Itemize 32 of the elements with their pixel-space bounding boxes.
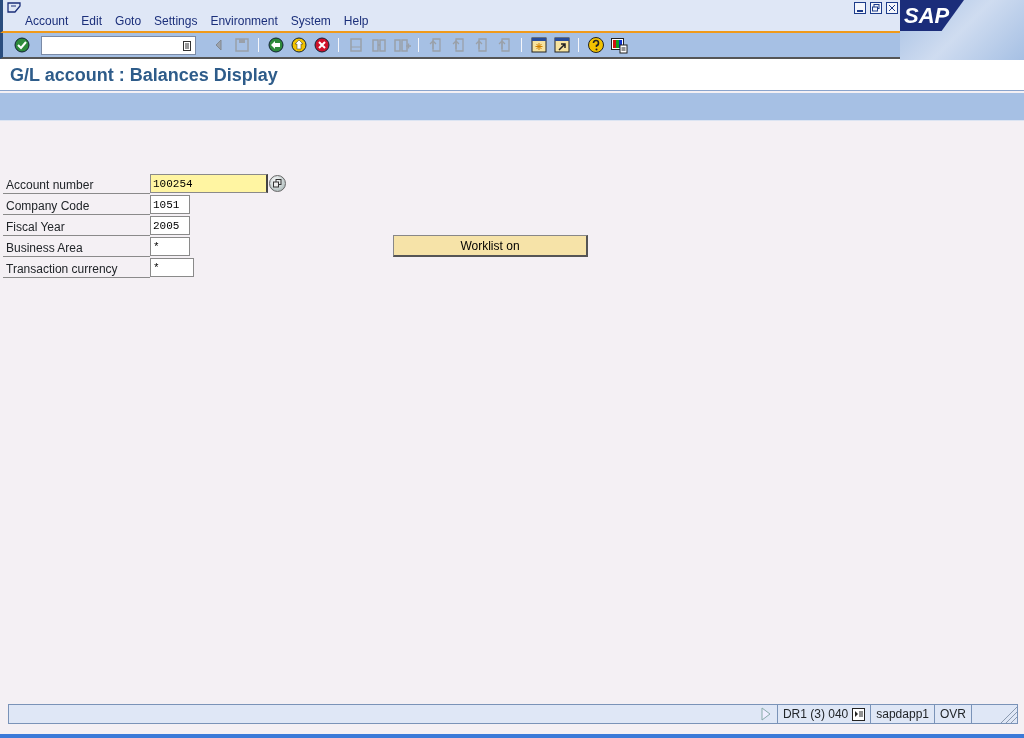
monitor-icon[interactable] (609, 36, 628, 54)
question-mark-icon[interactable] (586, 36, 605, 54)
server-name: sapdapp1 (876, 706, 929, 723)
command-field[interactable] (41, 35, 196, 55)
close-icon[interactable] (886, 2, 898, 14)
menu-item[interactable]: Settings (151, 13, 204, 29)
menu-item[interactable]: System (287, 13, 337, 29)
window-menu-icon[interactable] (7, 2, 21, 13)
input-field[interactable]: * (150, 237, 190, 256)
menu-item[interactable]: Account (22, 13, 75, 29)
new-window-icon[interactable] (529, 36, 548, 54)
menu-item[interactable]: Goto (112, 13, 148, 29)
input-mode: OVR (940, 706, 966, 723)
cancel-icon[interactable] (312, 36, 331, 54)
menu-item[interactable]: Environment (207, 13, 284, 29)
screen-title: G/L account : Balances Display (10, 64, 279, 87)
system-info: DR1 (3) 040 (782, 706, 849, 723)
search-help-icon[interactable] (273, 179, 282, 188)
logo: SAP (900, 0, 964, 31)
menu-item[interactable]: Help (340, 13, 375, 29)
input-field[interactable]: * (150, 258, 194, 277)
input-field[interactable]: 2005 (150, 216, 190, 235)
check-icon[interactable] (12, 36, 31, 54)
history-list-icon[interactable] (183, 40, 191, 51)
list-icon[interactable] (852, 707, 866, 721)
worklist-button[interactable]: Worklist on (393, 235, 588, 257)
restore-icon[interactable] (870, 2, 882, 14)
shortcut-icon[interactable] (552, 36, 571, 54)
minimize-icon[interactable] (854, 2, 866, 14)
menu-item[interactable]: Edit (78, 13, 109, 29)
input-field[interactable]: 1051 (150, 195, 190, 214)
input-field[interactable]: 100254 (150, 174, 268, 193)
